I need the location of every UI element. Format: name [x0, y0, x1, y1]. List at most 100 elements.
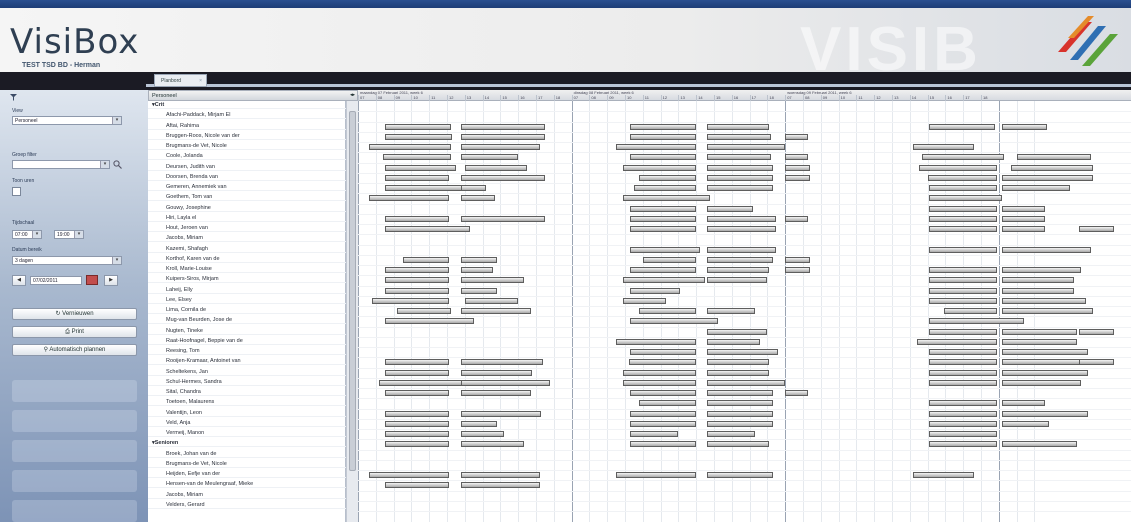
prev-date-button[interactable]: ◀: [12, 275, 26, 286]
shift-bar[interactable]: [461, 431, 504, 437]
shift-bar[interactable]: [706, 144, 786, 150]
shift-bar[interactable]: [1078, 226, 1115, 232]
shift-bar[interactable]: [461, 267, 494, 273]
shift-bar[interactable]: [706, 154, 771, 161]
chevron-down-icon[interactable]: ▾: [100, 161, 109, 168]
shift-bar[interactable]: [623, 277, 706, 284]
shift-bar[interactable]: [368, 472, 449, 478]
shift-bar[interactable]: [922, 154, 1005, 161]
personnel-name[interactable]: Nugten, Tineke: [148, 327, 346, 335]
shift-bar[interactable]: [706, 420, 773, 427]
personnel-name[interactable]: Aftai, Rahima: [148, 122, 346, 130]
shift-bar[interactable]: [706, 431, 755, 437]
personnel-name[interactable]: Hensen-van de Meulengraaf, Mieke: [148, 480, 346, 489]
shift-bar[interactable]: [384, 359, 449, 366]
search-icon[interactable]: [113, 160, 122, 169]
shift-bar[interactable]: [368, 195, 449, 202]
personnel-column-header[interactable]: Personeel ◂▸: [148, 90, 358, 101]
shift-bar[interactable]: [384, 215, 449, 222]
shift-bar[interactable]: [1002, 379, 1081, 386]
shift-bar[interactable]: [461, 420, 497, 427]
shift-bar[interactable]: [384, 267, 449, 273]
shift-bar[interactable]: [628, 359, 697, 366]
shift-bar[interactable]: [785, 256, 811, 263]
shift-bar[interactable]: [1002, 441, 1078, 448]
shift-bar[interactable]: [929, 379, 997, 386]
shift-bar[interactable]: [1002, 297, 1087, 304]
shift-bar[interactable]: [379, 379, 469, 386]
shift-bar[interactable]: [1002, 349, 1088, 355]
personnel-name[interactable]: Afachi-Paddack, Mirjam El: [148, 111, 346, 120]
shift-bar[interactable]: [706, 308, 755, 314]
personnel-name[interactable]: Coole, Jolanda: [148, 152, 346, 161]
shift-bar[interactable]: [384, 369, 449, 376]
shift-bar[interactable]: [1002, 267, 1081, 273]
shift-bar[interactable]: [630, 287, 681, 294]
personnel-name[interactable]: Kuipers-Siros, Mirjam: [148, 275, 346, 284]
time-from-select[interactable]: 07:00 ▾: [12, 230, 42, 239]
vertical-scrollbar[interactable]: [346, 101, 358, 522]
shift-bar[interactable]: [461, 441, 524, 448]
shift-bar[interactable]: [384, 420, 449, 427]
shift-bar[interactable]: [630, 431, 679, 437]
shift-bar[interactable]: [929, 297, 997, 304]
personnel-name[interactable]: Veld, Anja: [148, 419, 346, 427]
date-input[interactable]: 07/02/2011: [30, 276, 82, 285]
personnel-name[interactable]: Scheltekens, Jan: [148, 368, 346, 376]
shift-bar[interactable]: [384, 164, 456, 171]
shift-bar[interactable]: [785, 215, 809, 222]
shift-bar[interactable]: [1002, 215, 1046, 222]
personnel-name[interactable]: Broek, Johan van de: [148, 450, 346, 458]
shift-bar[interactable]: [916, 338, 997, 345]
shift-bar[interactable]: [706, 164, 773, 171]
refresh-button[interactable]: ↻ Vernieuwen: [12, 308, 137, 320]
shift-bar[interactable]: [1002, 369, 1088, 376]
shift-bar[interactable]: [639, 308, 697, 314]
shift-bar[interactable]: [1078, 328, 1115, 335]
shift-bar[interactable]: [630, 267, 697, 273]
shift-bar[interactable]: [706, 379, 786, 386]
shift-bar[interactable]: [461, 359, 544, 366]
shift-bar[interactable]: [706, 215, 777, 222]
next-date-button[interactable]: ▶: [104, 275, 118, 286]
personnel-name[interactable]: Schul-Hermes, Sandra: [148, 378, 346, 386]
shift-bar[interactable]: [706, 267, 770, 273]
shift-bar[interactable]: [706, 205, 754, 212]
shift-bar[interactable]: [927, 174, 997, 181]
time-to-select[interactable]: 19:00 ▾: [54, 230, 84, 239]
shift-bar[interactable]: [929, 287, 997, 294]
shift-bar[interactable]: [461, 410, 542, 417]
shift-bar[interactable]: [461, 174, 545, 181]
shift-bar[interactable]: [943, 308, 997, 314]
shift-bar[interactable]: [461, 185, 487, 191]
shift-bar[interactable]: [706, 256, 773, 263]
shift-bar[interactable]: [384, 410, 449, 417]
shift-bar[interactable]: [929, 246, 997, 253]
shift-bar[interactable]: [623, 195, 711, 202]
calendar-icon[interactable]: [86, 275, 98, 285]
shift-bar[interactable]: [785, 133, 809, 140]
shift-bar[interactable]: [785, 390, 809, 396]
shift-bar[interactable]: [929, 441, 997, 448]
personnel-name[interactable]: Kroll, Marie-Louise: [148, 265, 346, 274]
shift-bar[interactable]: [1002, 410, 1088, 417]
personnel-name[interactable]: Gemeren, Annemiek van: [148, 183, 346, 192]
shift-bar[interactable]: [706, 123, 770, 130]
shift-bar[interactable]: [706, 185, 773, 191]
shift-bar[interactable]: [1002, 205, 1046, 212]
shift-bar[interactable]: [1002, 174, 1094, 181]
shift-bar[interactable]: [1002, 246, 1092, 253]
group-row[interactable]: ▾Crit: [148, 101, 346, 110]
shift-bar[interactable]: [384, 482, 449, 489]
personnel-name[interactable]: Deursen, Judith van: [148, 163, 346, 171]
shift-bar[interactable]: [929, 431, 997, 437]
shift-bar[interactable]: [397, 308, 451, 314]
shift-bar[interactable]: [706, 328, 768, 335]
shift-bar[interactable]: [929, 410, 997, 417]
shift-bar[interactable]: [382, 154, 451, 161]
print-button[interactable]: ⎙ Print: [12, 326, 137, 338]
shift-bar[interactable]: [630, 390, 697, 396]
shift-bar[interactable]: [1011, 164, 1094, 171]
shift-bar[interactable]: [706, 174, 773, 181]
shift-bar[interactable]: [706, 133, 771, 140]
